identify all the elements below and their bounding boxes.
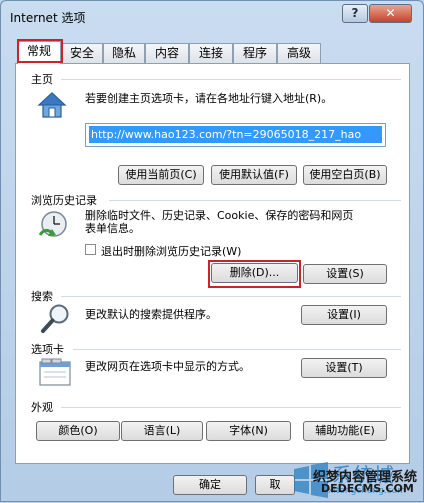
- homepage-divider: [61, 79, 401, 80]
- search-section-label: 搜索: [31, 290, 53, 303]
- tabs-section-label: 选项卡: [31, 343, 64, 356]
- colors-button[interactable]: 颜色(O): [36, 421, 120, 441]
- history-description-line1: 删除临时文件、历史记录、Cookie、保存的密码和网页: [85, 209, 354, 222]
- title-bar[interactable]: Internet 选项 ? ✕: [1, 1, 423, 35]
- accessibility-button[interactable]: 辅助功能(E): [303, 421, 387, 441]
- magnifier-icon: [39, 303, 73, 335]
- house-icon: [37, 91, 67, 119]
- history-clock-icon: [37, 209, 71, 241]
- appearance-section-label: 外观: [31, 401, 53, 414]
- use-current-button[interactable]: 使用当前页(C): [118, 165, 204, 185]
- homepage-url-text: http://www.hao123.com/?tn=29065018_217_h…: [89, 126, 382, 143]
- tabs-settings-button[interactable]: 设置(T): [301, 358, 387, 378]
- history-description-line2: 表单信息。: [85, 222, 140, 235]
- close-button[interactable]: ✕: [369, 4, 412, 23]
- dedecms-watermark-url: DEDECMS.COM: [321, 482, 414, 495]
- appearance-divider: [61, 407, 401, 408]
- tabs-divider: [73, 349, 401, 350]
- history-settings-button[interactable]: 设置(S): [303, 264, 387, 284]
- tab-advanced[interactable]: 高级: [277, 43, 321, 63]
- ok-button[interactable]: 确定: [173, 475, 247, 495]
- tab-privacy[interactable]: 隐私: [103, 43, 145, 63]
- window-title: Internet 选项: [10, 11, 86, 25]
- tabs-window-icon: [39, 358, 71, 386]
- search-divider: [61, 296, 401, 297]
- homepage-description: 若要创建主页选项卡，请在各地址行键入地址(R)。: [85, 92, 333, 105]
- tabs-description: 更改网页在选项卡中显示的方式。: [85, 360, 250, 373]
- tab-highlight-box: [17, 39, 63, 63]
- search-settings-button[interactable]: 设置(I): [301, 305, 387, 325]
- use-default-button[interactable]: 使用默认值(F): [211, 165, 297, 185]
- search-description: 更改默认的搜索提供程序。: [85, 308, 217, 321]
- delete-on-exit-label[interactable]: 退出时删除浏览历史记录(W): [101, 243, 241, 259]
- help-button[interactable]: ?: [342, 4, 368, 23]
- fonts-button[interactable]: 字体(N): [206, 421, 291, 441]
- internet-options-window: Internet 选项 ? ✕ 常规 安全 隐私 内容 连接 程序 高级 主页 …: [0, 0, 424, 502]
- languages-button[interactable]: 语言(L): [121, 421, 203, 441]
- tab-connections[interactable]: 连接: [189, 43, 233, 63]
- use-blank-button[interactable]: 使用空白页(B): [303, 165, 387, 185]
- history-section-label: 浏览历史记录: [31, 194, 97, 207]
- tab-content[interactable]: 内容: [145, 43, 189, 63]
- delete-highlight-box: [208, 260, 301, 288]
- homepage-url-input[interactable]: http://www.hao123.com/?tn=29065018_217_h…: [85, 123, 386, 147]
- tab-security[interactable]: 安全: [61, 43, 103, 63]
- tab-programs[interactable]: 程序: [233, 43, 277, 63]
- delete-on-exit-checkbox[interactable]: [85, 244, 96, 255]
- homepage-section-label: 主页: [31, 73, 53, 86]
- history-divider: [109, 200, 401, 201]
